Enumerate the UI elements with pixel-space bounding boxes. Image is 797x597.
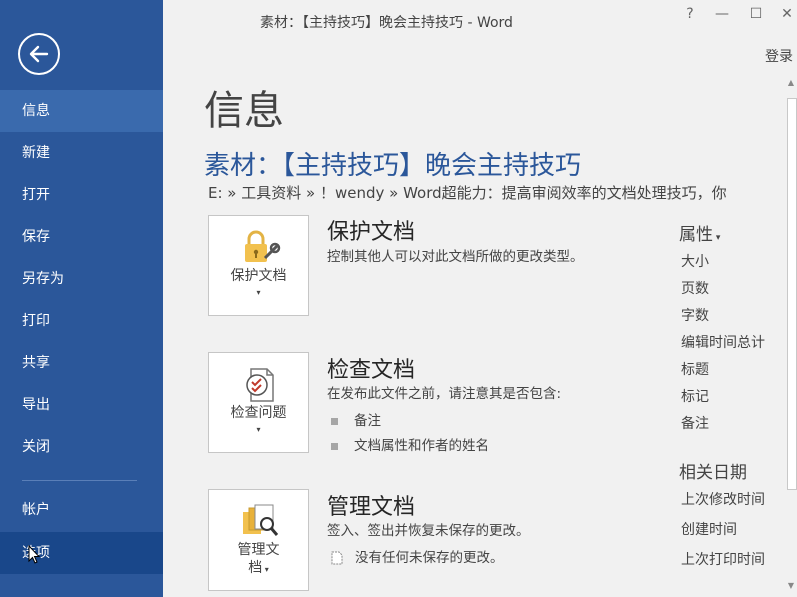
property-title: 标题 xyxy=(681,362,709,378)
nav-item-new[interactable]: 新建 xyxy=(0,132,163,174)
check-issues-button[interactable]: 检查问题 ▾ xyxy=(208,352,309,453)
nav-item-options[interactable]: 选项 xyxy=(0,532,163,574)
related-dates-title: 相关日期 xyxy=(679,463,747,483)
nav-item-open[interactable]: 打开 xyxy=(0,174,163,216)
document-icon xyxy=(331,551,343,565)
nav-item-save-as[interactable]: 另存为 xyxy=(0,258,163,300)
close-button[interactable]: ✕ xyxy=(777,6,797,22)
chevron-down-icon: ▾ xyxy=(256,425,261,434)
bullet-icon xyxy=(331,417,338,425)
maximize-button[interactable]: ☐ xyxy=(746,6,766,22)
scroll-thumb[interactable] xyxy=(787,98,797,490)
nav-item-export[interactable]: 导出 xyxy=(0,384,163,426)
nav-item-info[interactable]: 信息 xyxy=(0,90,163,132)
nav-item-print[interactable]: 打印 xyxy=(0,300,163,342)
property-size: 大小 xyxy=(681,254,709,270)
nav-item-share[interactable]: 共享 xyxy=(0,342,163,384)
nav-item-account[interactable]: 帐户 xyxy=(0,489,163,531)
protect-section-desc: 控制其他人可以对此文档所做的更改类型。 xyxy=(327,249,584,265)
back-button[interactable] xyxy=(18,33,60,75)
window-title: 素材：【主持技巧】晚会主持技巧 - Word xyxy=(260,15,513,31)
property-comments: 备注 xyxy=(681,416,709,432)
protect-document-button[interactable]: 保护文档 ▾ xyxy=(208,215,309,316)
document-title: 素材：【主持技巧】晚会主持技巧 xyxy=(204,151,582,181)
document-path[interactable]: E: » 工具资料 » ！wendy » Word超能力：提高审阅效率的文档处理… xyxy=(208,182,785,203)
page-title: 信息 xyxy=(204,88,284,134)
vertical-scrollbar[interactable]: ▲ ▼ xyxy=(785,78,797,597)
properties-dropdown[interactable]: 属性 ▾ xyxy=(679,220,720,245)
backstage-sidebar: 信息 新建 打开 保存 另存为 打印 共享 导出 关闭 帐户 选项 xyxy=(0,0,163,597)
date-created: 创建时间 xyxy=(681,522,737,538)
property-pages: 页数 xyxy=(681,281,709,297)
date-last-printed: 上次打印时间 xyxy=(681,552,765,568)
minimize-button[interactable]: — xyxy=(712,6,732,22)
nav-item-save[interactable]: 保存 xyxy=(0,216,163,258)
chevron-down-icon: ▾ xyxy=(256,288,261,297)
protect-section-title: 保护文档 xyxy=(327,220,416,245)
manage-section-title: 管理文档 xyxy=(327,495,416,520)
manage-document-label-2: 档 ▾ xyxy=(248,560,269,576)
date-last-modified: 上次修改时间 xyxy=(681,492,765,508)
scroll-up-icon[interactable]: ▲ xyxy=(785,78,797,90)
protect-document-label: 保护文档 xyxy=(230,268,287,284)
manage-section-desc: 签入、签出并恢复未保存的更改。 xyxy=(327,523,530,539)
property-tags: 标记 xyxy=(681,389,709,405)
inspect-bullet: 备注 xyxy=(331,409,381,429)
inspect-section-title: 检查文档 xyxy=(327,358,416,383)
nav-divider xyxy=(22,480,137,481)
manage-document-button[interactable]: 管理文 档 ▾ xyxy=(208,489,309,591)
nav-item-close[interactable]: 关闭 xyxy=(0,426,163,468)
login-link[interactable]: 登录 xyxy=(765,46,793,66)
help-button[interactable]: ? xyxy=(680,6,700,22)
bullet-icon xyxy=(331,442,338,450)
manage-document-label-1: 管理文 xyxy=(237,542,280,558)
inspect-document-icon xyxy=(246,368,274,402)
arrow-left-icon xyxy=(29,45,49,63)
lock-key-icon xyxy=(245,230,281,262)
manage-note: 没有任何未保存的更改。 xyxy=(331,546,504,566)
check-issues-label: 检查问题 xyxy=(230,405,287,421)
scroll-down-icon[interactable]: ▼ xyxy=(785,581,797,593)
property-editing-time: 编辑时间总计 xyxy=(681,335,765,351)
property-words: 字数 xyxy=(681,308,709,324)
inspect-section-desc: 在发布此文件之前，请注意其是否包含: xyxy=(327,386,562,402)
inspect-bullet: 文档属性和作者的姓名 xyxy=(331,434,489,454)
mouse-cursor-icon xyxy=(28,545,40,564)
manage-documents-icon xyxy=(243,504,279,536)
